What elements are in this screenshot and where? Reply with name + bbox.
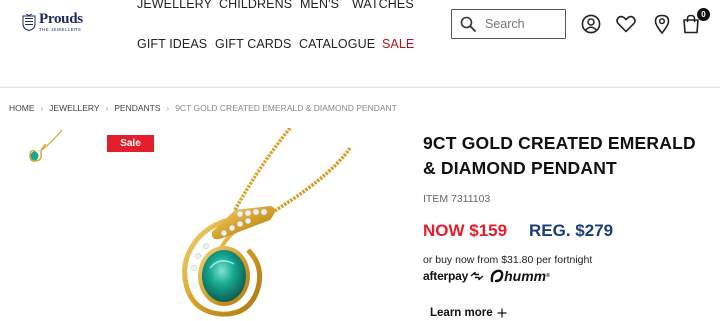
registered-mark: ® [546,273,550,279]
breadcrumb: HOME › JEWELLERY › PENDANTS › 9CT GOLD C… [9,103,397,113]
nav-watches[interactable]: WATCHES [352,0,414,11]
humm-label: humm [504,268,547,284]
item-number: ITEM 7311103 [423,193,491,205]
chevron-right-icon: › [40,103,44,113]
prouds-logo[interactable]: Prouds THE JEWELLERS [22,12,83,33]
store-locator-icon[interactable] [651,13,673,35]
chevron-right-icon: › [105,103,109,113]
payment-logos: afterpay humm ® [423,268,550,284]
logo-name: Prouds [39,11,83,27]
search-input[interactable] [485,17,565,31]
breadcrumb-jewellery[interactable]: JEWELLERY [49,103,99,113]
cart-count-badge: 0 [697,8,710,21]
nav-gift-ideas[interactable]: GIFT IDEAS [137,37,207,51]
plus-icon [497,308,507,318]
chevron-right-icon: › [166,103,170,113]
search-icon[interactable] [460,16,476,32]
wishlist-icon[interactable] [615,13,637,35]
nav-gift-cards[interactable]: GIFT CARDS [215,37,291,51]
breadcrumb-pendants[interactable]: PENDANTS [114,103,160,113]
product-thumbnail[interactable] [22,128,66,168]
nav-catalogue[interactable]: CATALOGUE [299,37,375,51]
nav-sale[interactable]: SALE [382,37,414,51]
humm-logo[interactable]: humm ® [490,268,550,284]
account-icon[interactable] [580,13,602,35]
nav-mens[interactable]: MEN'S [300,0,339,11]
breadcrumb-home[interactable]: HOME [9,103,35,113]
crest-icon [22,13,36,32]
logo-tagline: THE JEWELLERS [39,27,82,32]
learn-more-label: Learn more [430,307,493,319]
search-box[interactable] [451,9,566,39]
humm-mark-icon [490,269,504,283]
afterpay-label: afterpay [423,269,469,283]
price-now: NOW $159 [423,221,508,240]
breadcrumb-current: 9CT GOLD CREATED EMERALD & DIAMOND PENDA… [175,103,397,113]
bnpl-text: or buy now from $31.80 per fortnight [423,254,593,266]
learn-more-link[interactable]: Learn more [430,307,507,319]
site-header: Prouds THE JEWELLERS JEWELLERY CHILDRENS… [0,0,720,88]
price-regular: REG. $279 [529,221,614,240]
nav-childrens[interactable]: CHILDRENS [219,0,292,11]
afterpay-arrows-icon [470,271,484,281]
product-title: 9CT GOLD CREATED EMERALD & DIAMOND PENDA… [423,133,696,178]
product-main-image[interactable] [140,128,370,321]
nav-jewellery[interactable]: JEWELLERY [137,0,212,11]
afterpay-logo[interactable]: afterpay [423,269,484,283]
